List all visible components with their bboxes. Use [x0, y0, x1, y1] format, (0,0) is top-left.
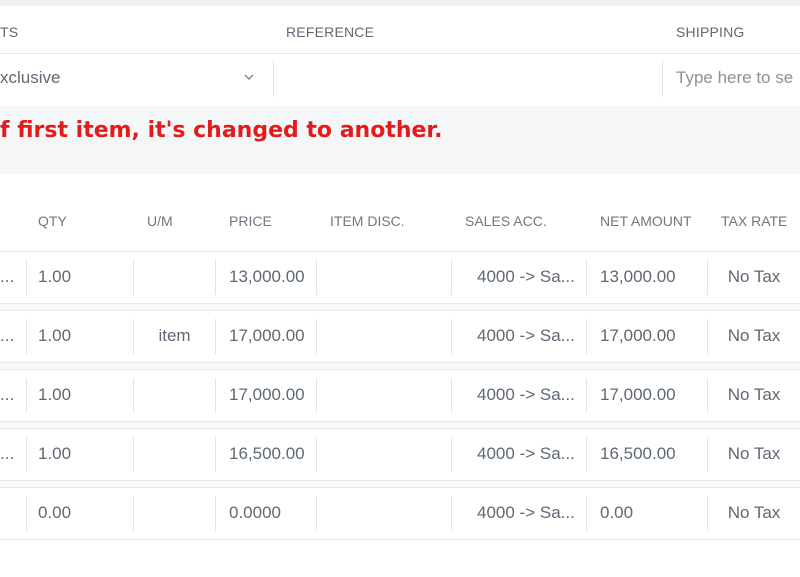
cell-divider	[133, 437, 134, 472]
sales-acc-cell[interactable]: 4000 -> Sa...	[477, 503, 581, 523]
cell-divider	[586, 260, 587, 295]
cell-divider	[26, 437, 27, 472]
column-header-item-disc: ITEM DISC.	[330, 213, 405, 229]
cell-divider	[586, 378, 587, 413]
sales-acc-cell[interactable]: 4000 -> Sa...	[477, 444, 581, 464]
header-shipping-label: SHIPPING	[676, 24, 745, 40]
cell-divider	[316, 260, 317, 295]
row-lead-cell: ...	[0, 267, 15, 286]
row-lead-cell: ...	[0, 444, 15, 463]
cell-divider	[586, 319, 587, 354]
net-amount-cell[interactable]: 17,000.00	[600, 385, 704, 405]
tax-rate-cell[interactable]: No Tax	[708, 267, 800, 287]
column-header-um: U/M	[147, 213, 173, 229]
chevron-down-icon[interactable]	[243, 72, 255, 82]
cell-divider	[451, 260, 452, 295]
net-amount-cell[interactable]: 13,000.00	[600, 267, 704, 287]
cell-divider	[26, 378, 27, 413]
cell-divider	[316, 378, 317, 413]
sales-acc-cell[interactable]: 4000 -> Sa...	[477, 267, 581, 287]
column-header-price: PRICE	[229, 213, 272, 229]
cell-divider	[133, 378, 134, 413]
column-header-sales-acc: SALES ACC.	[465, 213, 547, 229]
net-amount-cell[interactable]: 0.00	[600, 503, 704, 523]
cell-divider	[316, 437, 317, 472]
tax-rate-cell[interactable]: No Tax	[708, 326, 800, 346]
cell-divider	[451, 319, 452, 354]
tax-rate-cell[interactable]: No Tax	[708, 503, 800, 523]
sales-acc-cell[interactable]: 4000 -> Sa...	[477, 385, 581, 405]
cell-divider	[316, 319, 317, 354]
cell-divider	[215, 260, 216, 295]
cell-divider	[316, 496, 317, 531]
cell-divider	[215, 378, 216, 413]
price-cell[interactable]: 17,000.00	[229, 385, 315, 405]
price-cell[interactable]: 17,000.00	[229, 326, 315, 346]
cell-divider	[451, 437, 452, 472]
header-reference-label: REFERENCE	[286, 24, 375, 40]
qty-cell[interactable]: 1.00	[38, 326, 128, 346]
row-lead-cell: ...	[0, 326, 15, 345]
cell-divider	[215, 319, 216, 354]
price-cell[interactable]: 16,500.00	[229, 444, 315, 464]
column-header-qty: QTY	[38, 213, 67, 229]
cell-divider	[451, 496, 452, 531]
net-amount-cell[interactable]: 17,000.00	[600, 326, 704, 346]
field-divider	[273, 61, 274, 97]
row-lead-cell: ...	[0, 385, 15, 404]
field-divider	[662, 61, 663, 97]
tax-mode-select[interactable]: xclusive	[0, 68, 240, 88]
cell-divider	[133, 260, 134, 295]
column-header-tax-rate: TAX RATE	[721, 213, 788, 229]
cell-divider	[26, 496, 27, 531]
net-amount-cell[interactable]: 16,500.00	[600, 444, 704, 464]
price-cell[interactable]: 13,000.00	[229, 267, 315, 287]
cell-divider	[586, 437, 587, 472]
sales-acc-cell[interactable]: 4000 -> Sa...	[477, 326, 581, 346]
cell-divider	[133, 496, 134, 531]
price-cell[interactable]: 0.0000	[229, 503, 315, 523]
um-cell[interactable]: item	[134, 326, 215, 346]
header-accounts-label: TS	[0, 24, 19, 40]
cell-divider	[26, 319, 27, 354]
qty-cell[interactable]: 1.00	[38, 444, 128, 464]
cell-divider	[215, 496, 216, 531]
shipping-input[interactable]: Type here to se	[676, 68, 800, 88]
top-strip	[0, 0, 800, 6]
qty-cell[interactable]: 1.00	[38, 267, 128, 287]
cell-divider	[586, 496, 587, 531]
cell-divider	[215, 437, 216, 472]
cell-divider	[451, 378, 452, 413]
row-divider	[0, 539, 800, 540]
tax-rate-cell[interactable]: No Tax	[708, 444, 800, 464]
qty-cell[interactable]: 1.00	[38, 385, 128, 405]
column-header-net-amount: NET AMOUNT	[600, 213, 692, 229]
annotation-text: f first item, it's changed to another.	[0, 118, 443, 143]
tax-rate-cell[interactable]: No Tax	[708, 385, 800, 405]
qty-cell[interactable]: 0.00	[38, 503, 128, 523]
cell-divider	[26, 260, 27, 295]
